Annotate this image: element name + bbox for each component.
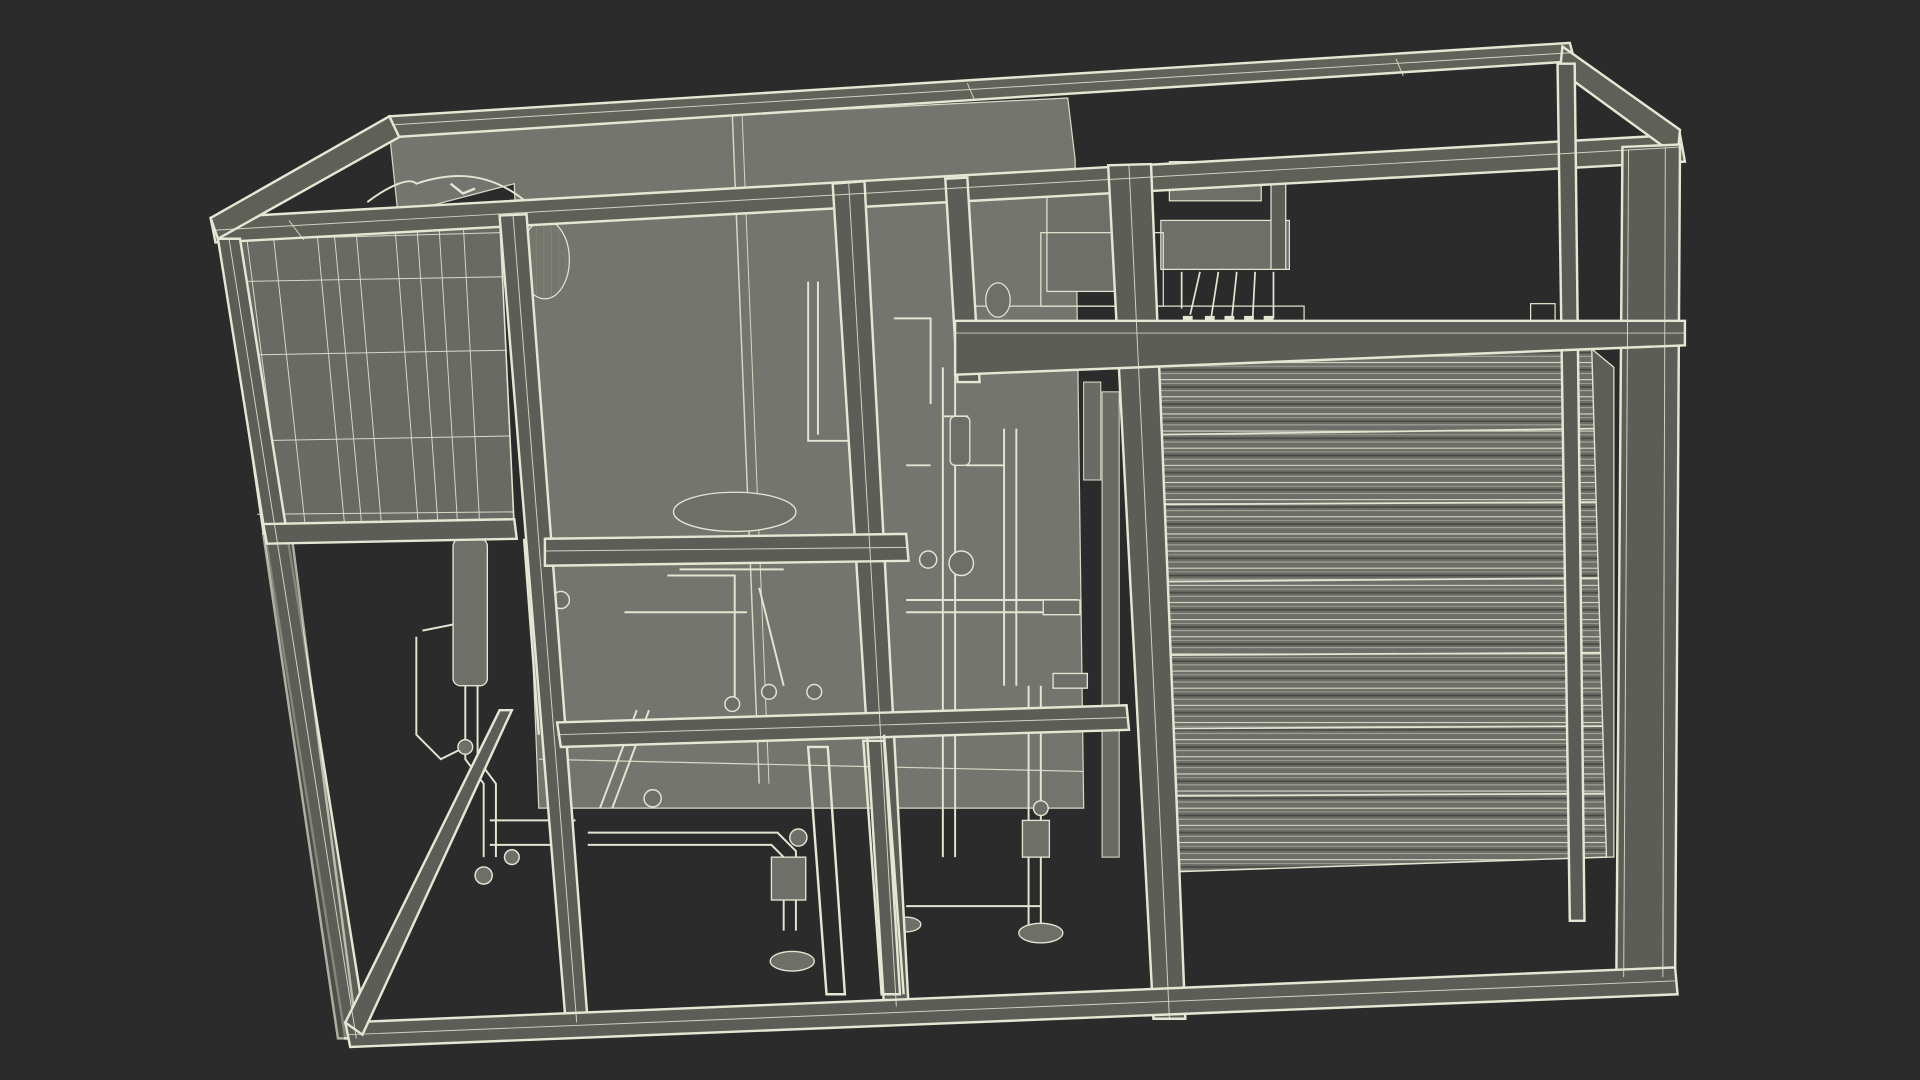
render-viewport [0, 0, 1920, 1080]
wireframe-render [209, 41, 1687, 1049]
